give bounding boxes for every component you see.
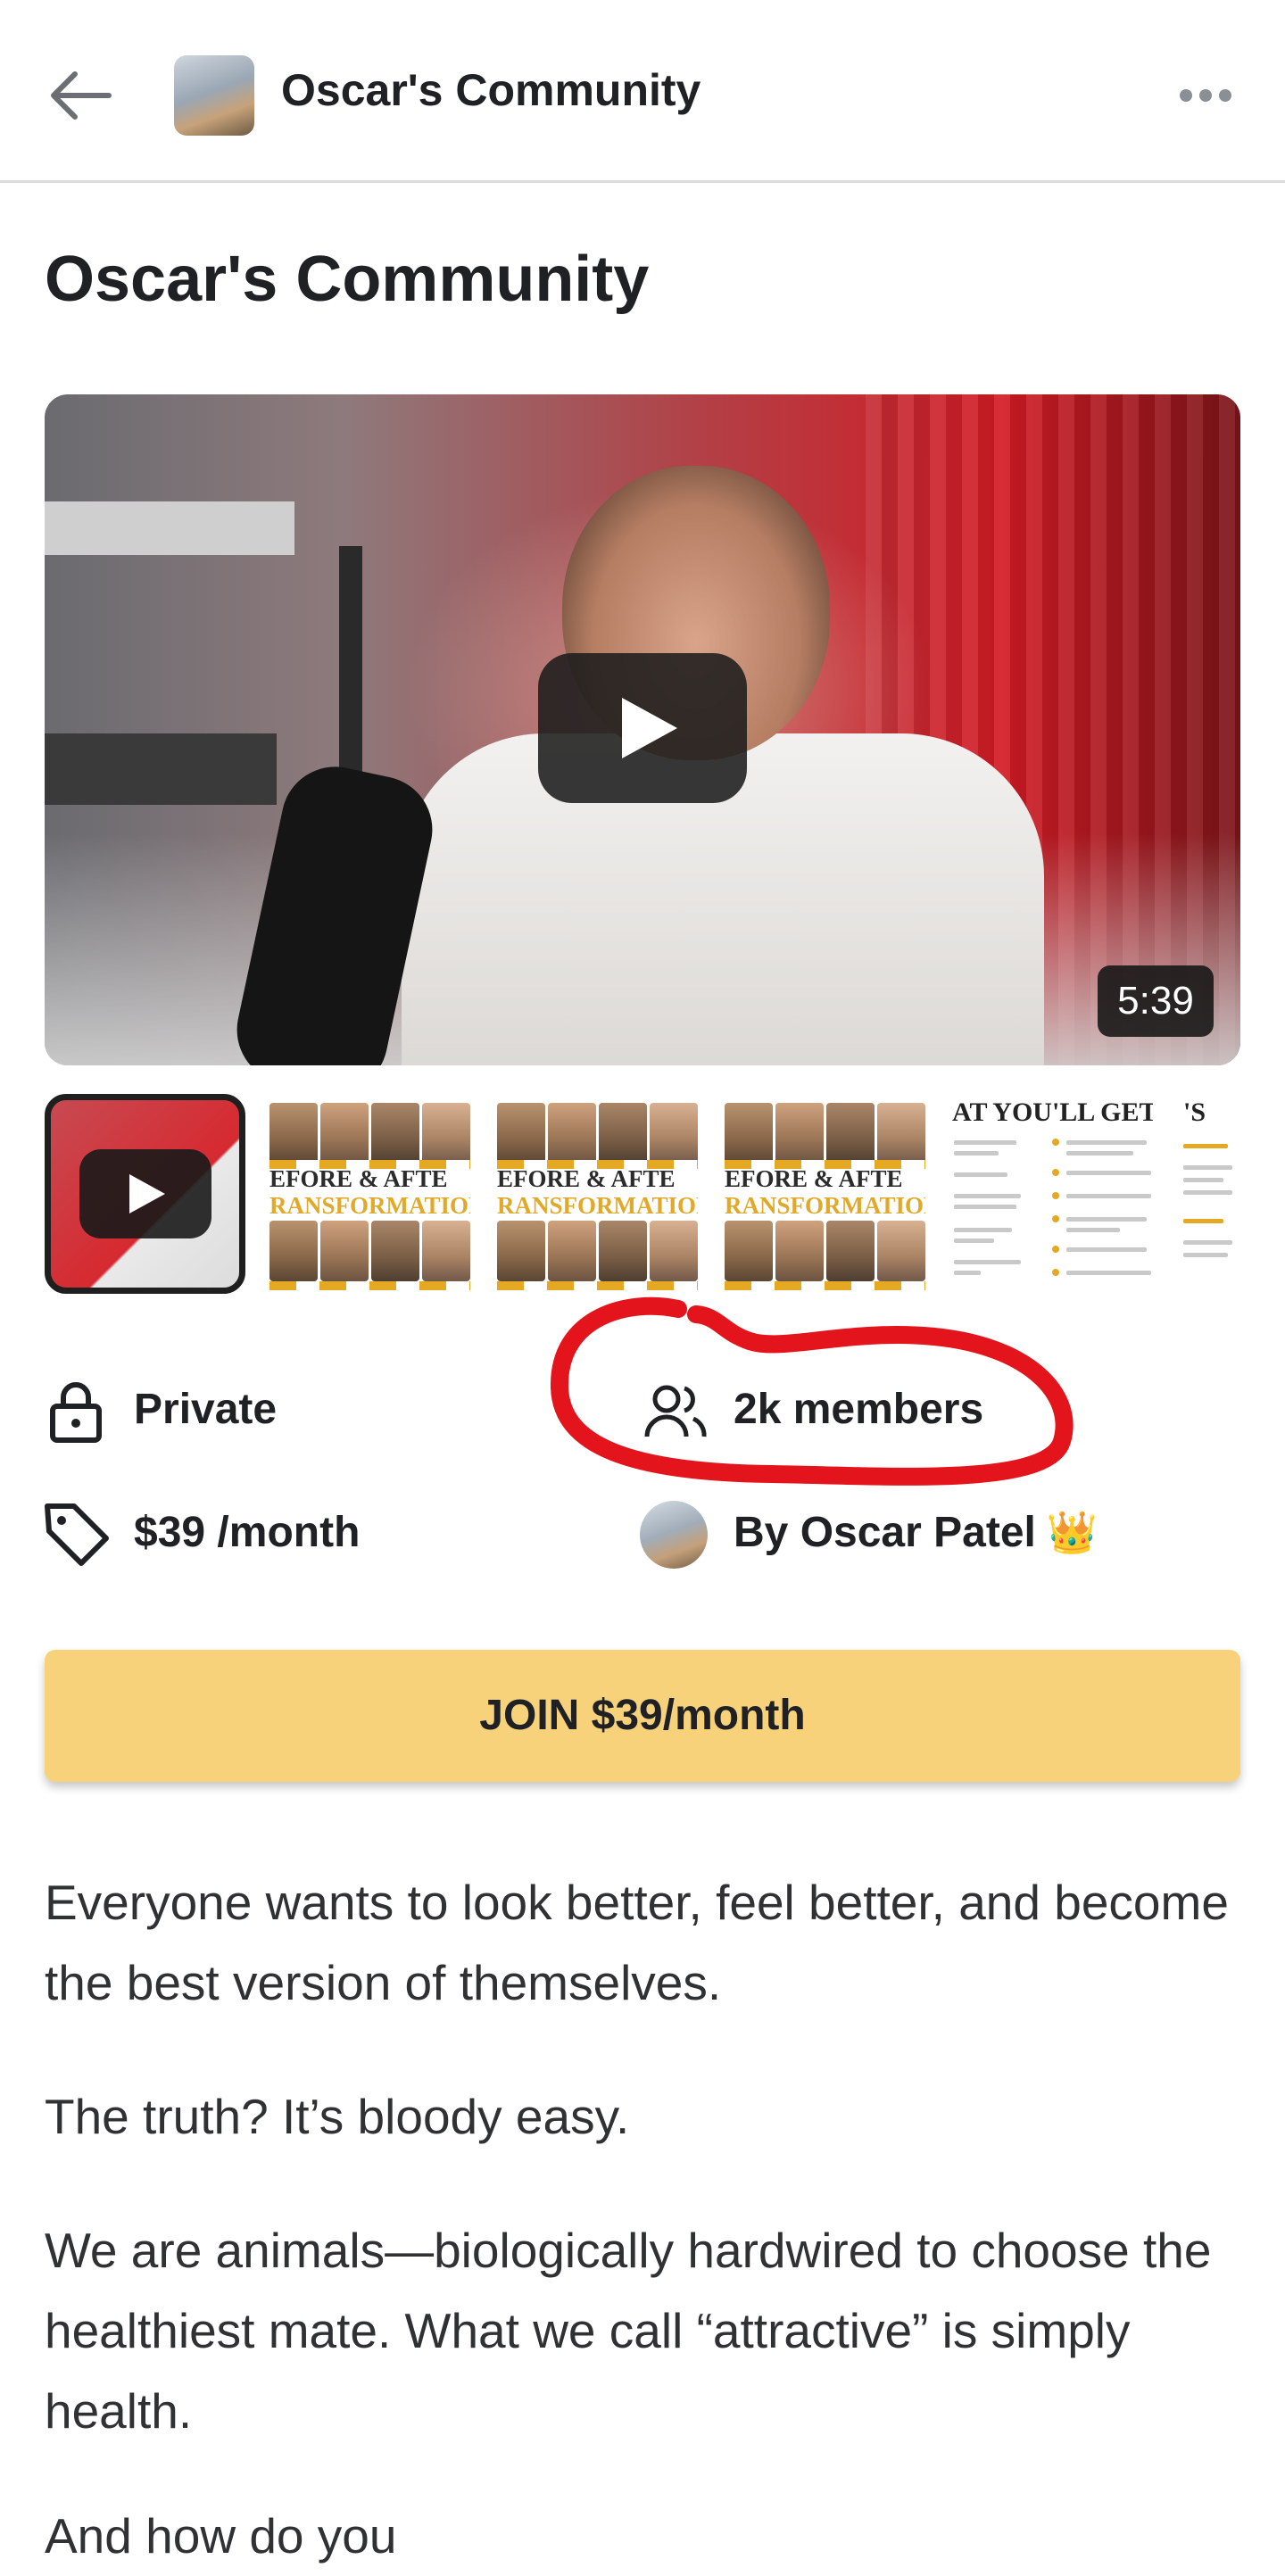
lock-icon: [50, 1382, 102, 1443]
description-paragraph-4: And how do you: [45, 2508, 397, 2564]
owner-avatar[interactable]: [640, 1501, 708, 1569]
play-icon: [622, 698, 677, 758]
privacy-label: Private: [134, 1386, 278, 1433]
description-paragraph-1: Everyone wants to look better, feel bett…: [45, 1875, 1229, 2010]
crown-icon: 👑: [1046, 1509, 1098, 1555]
community-avatar[interactable]: [174, 55, 254, 136]
play-icon: [129, 1174, 165, 1213]
what-you-get-thumbnail[interactable]: AT YOU'LL GET..: [952, 1094, 1153, 1294]
members-count: 2k members: [734, 1386, 984, 1433]
page-title: Oscar's Community: [45, 244, 650, 315]
play-button[interactable]: [538, 653, 747, 803]
more-horizontal-icon: [1180, 89, 1192, 102]
join-button[interactable]: JOIN $39/month: [45, 1650, 1240, 1782]
owner-name: By Oscar Patel: [734, 1509, 1036, 1556]
owner-info[interactable]: By Oscar Patel 👑: [640, 1497, 1211, 1569]
before-after-thumbnail-1[interactable]: EFORE & AFTE RANSFORMATION: [269, 1094, 470, 1294]
media-thumbnail-strip: EFORE & AFTE RANSFORMATION EFORE & AFTE …: [45, 1094, 1240, 1294]
video-duration: 5:39: [1098, 965, 1214, 1037]
more-button[interactable]: [1169, 71, 1240, 116]
price-info: $39 /month: [40, 1497, 486, 1569]
video-player[interactable]: 5:39: [45, 394, 1240, 1065]
top-app-bar: Oscar's Community: [0, 0, 1285, 183]
members-info[interactable]: 2k members: [640, 1374, 1086, 1445]
back-button[interactable]: [36, 55, 125, 136]
video-thumbnail[interactable]: [45, 1094, 245, 1294]
description-paragraph-2: The truth? It’s bloody easy.: [45, 2089, 630, 2144]
before-after-thumbnail-2[interactable]: EFORE & AFTE RANSFORMATION: [497, 1094, 698, 1294]
partial-thumbnail[interactable]: 'S: [1180, 1094, 1240, 1294]
before-after-thumbnail-3[interactable]: EFORE & AFTE RANSFORMATION: [725, 1094, 925, 1294]
description-paragraph-3: We are animals—biologically hardwired to…: [45, 2223, 1212, 2439]
privacy-info: Private: [40, 1374, 486, 1445]
header-title: Oscar's Community: [281, 65, 701, 115]
arrow-left-icon: [51, 71, 112, 120]
users-icon: [644, 1385, 707, 1437]
price-tag-icon: [45, 1503, 109, 1566]
price-label: $39 /month: [134, 1509, 361, 1556]
